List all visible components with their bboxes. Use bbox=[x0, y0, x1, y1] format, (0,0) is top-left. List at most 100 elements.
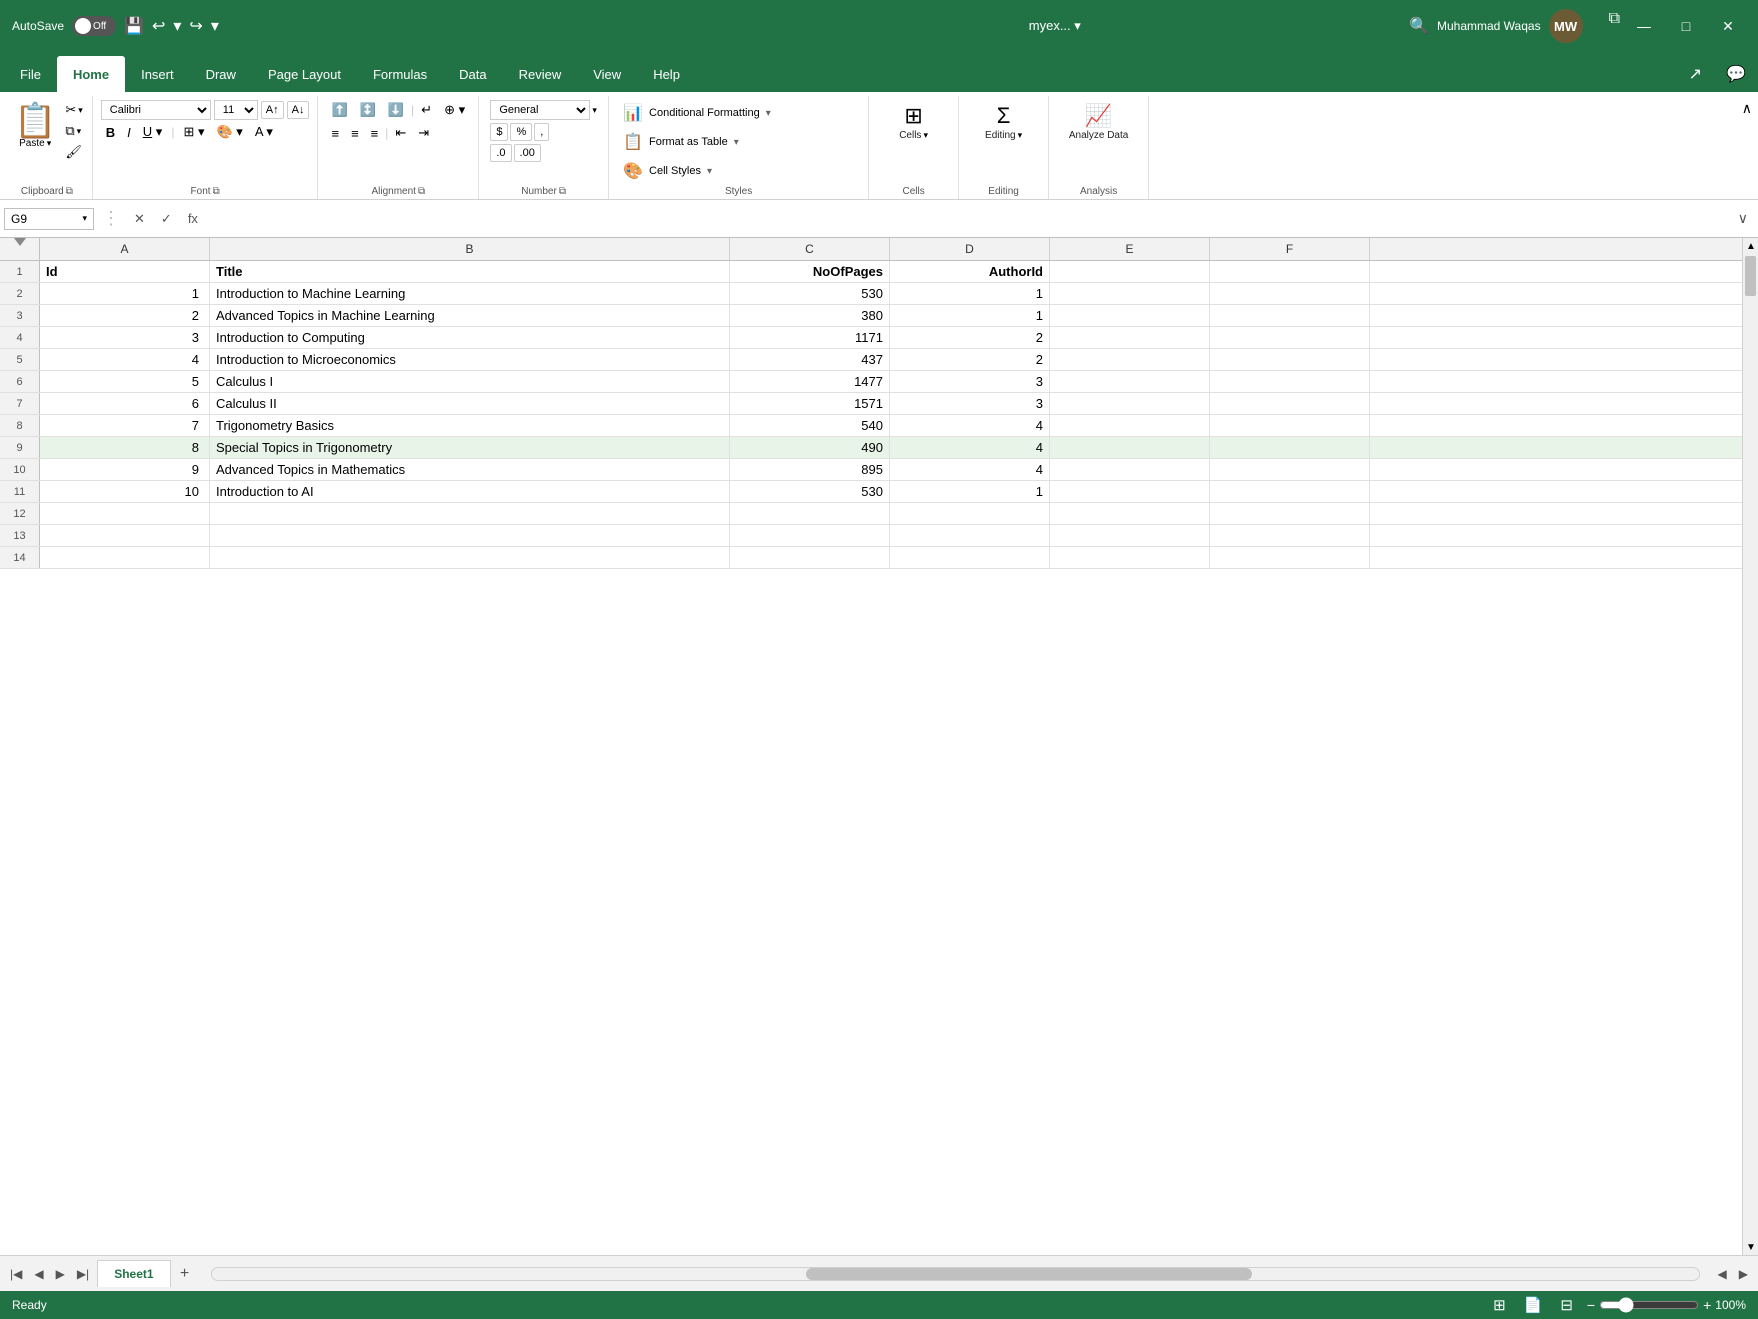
col-header-f[interactable]: F bbox=[1210, 238, 1370, 260]
cell-e4[interactable] bbox=[1050, 327, 1210, 348]
conditional-formatting-button[interactable]: 📊 Conditional Formatting ▾ bbox=[617, 100, 860, 126]
cell-e2[interactable] bbox=[1050, 283, 1210, 304]
cell-b14[interactable] bbox=[210, 547, 730, 568]
cell-a4[interactable]: 3 bbox=[40, 327, 210, 348]
sheet-tab-sheet1[interactable]: Sheet1 bbox=[97, 1260, 170, 1287]
copy-button[interactable]: ⧉ ▾ bbox=[62, 121, 85, 141]
minimize-button[interactable]: — bbox=[1626, 10, 1662, 42]
cell-reference-box[interactable]: G9 ▾ bbox=[4, 208, 94, 230]
cell-d8[interactable]: 4 bbox=[890, 415, 1050, 436]
cell-c9[interactable]: 490 bbox=[730, 437, 890, 458]
formula-input[interactable] bbox=[208, 211, 1728, 226]
scroll-down-arrow[interactable]: ▼ bbox=[1743, 1239, 1758, 1255]
align-left-button[interactable]: ≡ bbox=[326, 124, 344, 143]
cell-f1[interactable] bbox=[1210, 261, 1370, 282]
row-number[interactable]: 4 bbox=[0, 327, 40, 348]
cell-b5[interactable]: Introduction to Microeconomics bbox=[210, 349, 730, 370]
cell-ref-dropdown-icon[interactable]: ▾ bbox=[82, 213, 87, 224]
cell-a13[interactable] bbox=[40, 525, 210, 546]
horizontal-scrollbar[interactable] bbox=[211, 1267, 1700, 1281]
decrease-font-button[interactable]: A↓ bbox=[287, 101, 310, 119]
cell-e14[interactable] bbox=[1050, 547, 1210, 568]
increase-decimal-button[interactable]: .0 bbox=[490, 144, 511, 162]
row-number[interactable]: 14 bbox=[0, 547, 40, 568]
cell-d12[interactable] bbox=[890, 503, 1050, 524]
tab-view[interactable]: View bbox=[577, 56, 637, 92]
row-number[interactable]: 1 bbox=[0, 261, 40, 282]
cell-f3[interactable] bbox=[1210, 305, 1370, 326]
font-expand-icon[interactable]: ⧉ bbox=[213, 186, 220, 197]
cell-a8[interactable]: 7 bbox=[40, 415, 210, 436]
format-painter-button[interactable]: 🖌 bbox=[62, 142, 85, 162]
cell-a6[interactable]: 5 bbox=[40, 371, 210, 392]
cells-button[interactable]: ⊞ Cells ▾ bbox=[894, 100, 934, 144]
col-header-a[interactable]: A bbox=[40, 238, 210, 260]
number-expand-icon[interactable]: ⧉ bbox=[559, 186, 566, 197]
cell-f8[interactable] bbox=[1210, 415, 1370, 436]
normal-view-button[interactable]: ⊞ bbox=[1489, 1294, 1510, 1316]
sheet-nav-prev-button[interactable]: ◀ bbox=[28, 1265, 49, 1283]
cell-c12[interactable] bbox=[730, 503, 890, 524]
row-number[interactable]: 11 bbox=[0, 481, 40, 502]
cell-b2[interactable]: Introduction to Machine Learning bbox=[210, 283, 730, 304]
col-header-b[interactable]: B bbox=[210, 238, 730, 260]
clipboard-expand-icon[interactable]: ⧉ bbox=[66, 186, 73, 197]
cell-f5[interactable] bbox=[1210, 349, 1370, 370]
user-avatar[interactable]: MW bbox=[1549, 9, 1583, 43]
autosave-toggle[interactable]: Off bbox=[72, 16, 116, 36]
sheet-nav-first-button[interactable]: |◀ bbox=[4, 1265, 28, 1283]
cell-d7[interactable]: 3 bbox=[890, 393, 1050, 414]
formula-expand-icon[interactable]: ∨ bbox=[1732, 208, 1754, 229]
editing-button[interactable]: Σ Editing ▾ bbox=[980, 100, 1027, 144]
add-sheet-button[interactable]: + bbox=[171, 1260, 199, 1288]
editing-chevron[interactable]: ▾ bbox=[1018, 130, 1023, 141]
number-dropdown-icon[interactable]: ▾ bbox=[592, 105, 597, 116]
cell-b8[interactable]: Trigonometry Basics bbox=[210, 415, 730, 436]
align-center-button[interactable]: ≡ bbox=[346, 124, 364, 143]
row-number[interactable]: 5 bbox=[0, 349, 40, 370]
row-number[interactable]: 8 bbox=[0, 415, 40, 436]
cell-c8[interactable]: 540 bbox=[730, 415, 890, 436]
cell-e9[interactable] bbox=[1050, 437, 1210, 458]
paste-button[interactable]: 📋 Paste ▾ bbox=[8, 100, 62, 153]
comma-button[interactable]: , bbox=[534, 123, 549, 141]
cell-d3[interactable]: 1 bbox=[890, 305, 1050, 326]
cell-c1[interactable]: NoOfPages bbox=[730, 261, 890, 282]
cell-d11[interactable]: 1 bbox=[890, 481, 1050, 502]
undo-dropdown-icon[interactable]: ▾ bbox=[173, 16, 181, 36]
font-size-dropdown[interactable]: 11 bbox=[214, 100, 258, 120]
decrease-decimal-button[interactable]: .00 bbox=[514, 144, 541, 162]
cell-f13[interactable] bbox=[1210, 525, 1370, 546]
row-number[interactable]: 10 bbox=[0, 459, 40, 480]
hscroll-left-button[interactable]: ◀ bbox=[1712, 1265, 1733, 1283]
cell-f9[interactable] bbox=[1210, 437, 1370, 458]
maximize-button[interactable]: □ bbox=[1668, 10, 1704, 42]
cell-b9[interactable]: Special Topics in Trigonometry bbox=[210, 437, 730, 458]
cell-c2[interactable]: 530 bbox=[730, 283, 890, 304]
cell-a14[interactable] bbox=[40, 547, 210, 568]
tab-insert[interactable]: Insert bbox=[125, 56, 190, 92]
paste-dropdown-icon[interactable]: ▾ bbox=[47, 138, 52, 149]
cell-f10[interactable] bbox=[1210, 459, 1370, 480]
cell-f14[interactable] bbox=[1210, 547, 1370, 568]
cell-b6[interactable]: Calculus I bbox=[210, 371, 730, 392]
underline-button[interactable]: U ▾ bbox=[138, 122, 168, 142]
wrap-text-button[interactable]: ↵ bbox=[416, 100, 437, 120]
redo-icon[interactable]: ↪ bbox=[189, 16, 202, 36]
bold-button[interactable]: B bbox=[101, 123, 120, 142]
save-icon[interactable]: 💾 bbox=[124, 16, 144, 36]
alignment-expand-icon[interactable]: ⧉ bbox=[418, 186, 425, 197]
horizontal-scroll-thumb[interactable] bbox=[806, 1268, 1252, 1280]
tab-review[interactable]: Review bbox=[503, 56, 578, 92]
currency-button[interactable]: $ bbox=[490, 123, 508, 141]
cell-b3[interactable]: Advanced Topics in Machine Learning bbox=[210, 305, 730, 326]
cell-e3[interactable] bbox=[1050, 305, 1210, 326]
row-number[interactable]: 12 bbox=[0, 503, 40, 524]
cell-b13[interactable] bbox=[210, 525, 730, 546]
cell-e5[interactable] bbox=[1050, 349, 1210, 370]
tab-formulas[interactable]: Formulas bbox=[357, 56, 443, 92]
tab-draw[interactable]: Draw bbox=[190, 56, 252, 92]
cell-b12[interactable] bbox=[210, 503, 730, 524]
align-bottom-button[interactable]: ⬇️ bbox=[383, 100, 409, 120]
cell-b7[interactable]: Calculus II bbox=[210, 393, 730, 414]
